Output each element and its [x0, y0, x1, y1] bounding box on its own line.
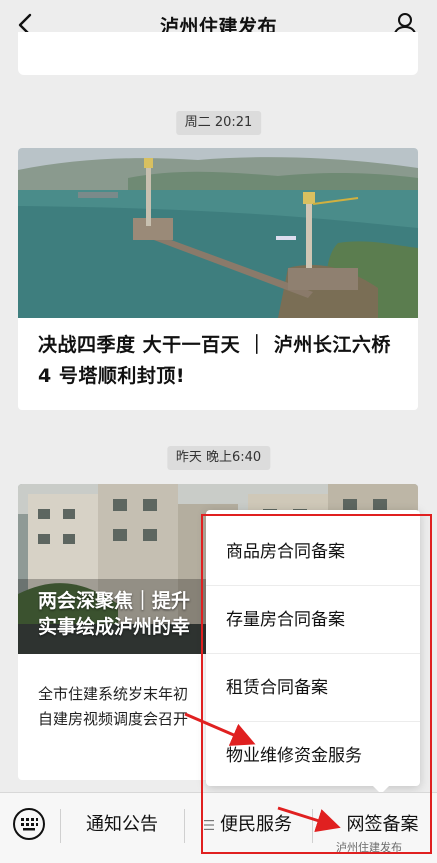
previous-article-card[interactable]: [18, 32, 418, 75]
separator: [184, 809, 185, 843]
keyboard-icon[interactable]: [12, 807, 46, 841]
submenu-item-commercial-housing[interactable]: 商品房合同备案: [206, 518, 420, 586]
menu-notice[interactable]: 通知公告: [62, 807, 182, 843]
watermark-text: 泸州住建发布: [336, 841, 402, 854]
menu-online-signing[interactable]: 网签备案: [314, 807, 437, 843]
menu-convenience-label: 便民服务: [220, 814, 292, 835]
article-image-bridge: [18, 148, 418, 318]
menu-convenience-services[interactable]: 便民服务: [186, 807, 310, 843]
timestamp-badge: 昨天 晚上6:40: [166, 446, 271, 470]
timestamp-badge: 周二 20:21: [175, 111, 262, 135]
article-title: 决战四季度 大干一百天 ｜ 泸州长江六桥 4 号塔顺利封顶!: [38, 334, 391, 387]
submenu-lines-icon: [204, 820, 214, 830]
submenu-item-maintenance-fund[interactable]: 物业维修资金服务: [206, 722, 420, 790]
submenu-popup: 商品房合同备案 存量房合同备案 租赁合同备案 物业维修资金服务: [206, 510, 420, 786]
article-card-bridge[interactable]: 决战四季度 大干一百天 ｜ 泸州长江六桥 4 号塔顺利封顶!: [18, 148, 418, 410]
submenu-item-existing-housing[interactable]: 存量房合同备案: [206, 586, 420, 654]
separator: [312, 809, 313, 843]
submenu-item-lease-contract[interactable]: 租赁合同备案: [206, 654, 420, 722]
separator: [60, 809, 61, 843]
